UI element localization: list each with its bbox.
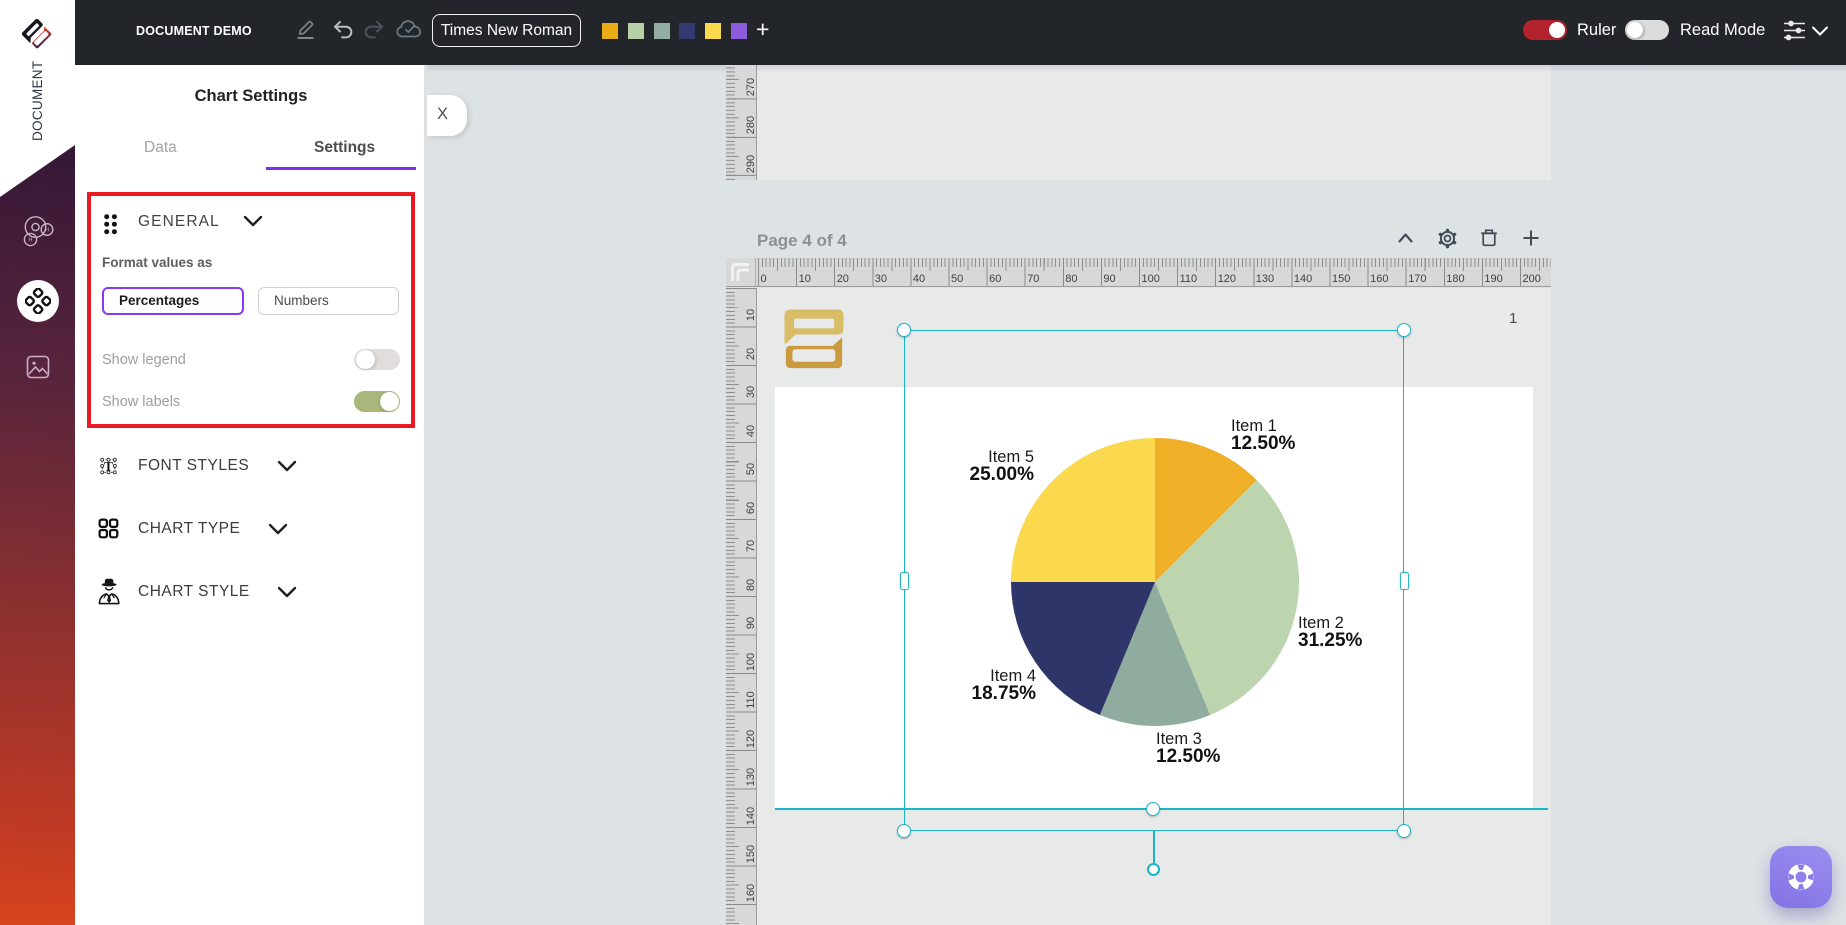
svg-text:H: H (29, 238, 33, 244)
svg-text:T: T (104, 459, 113, 474)
svg-text:H: H (45, 228, 49, 234)
